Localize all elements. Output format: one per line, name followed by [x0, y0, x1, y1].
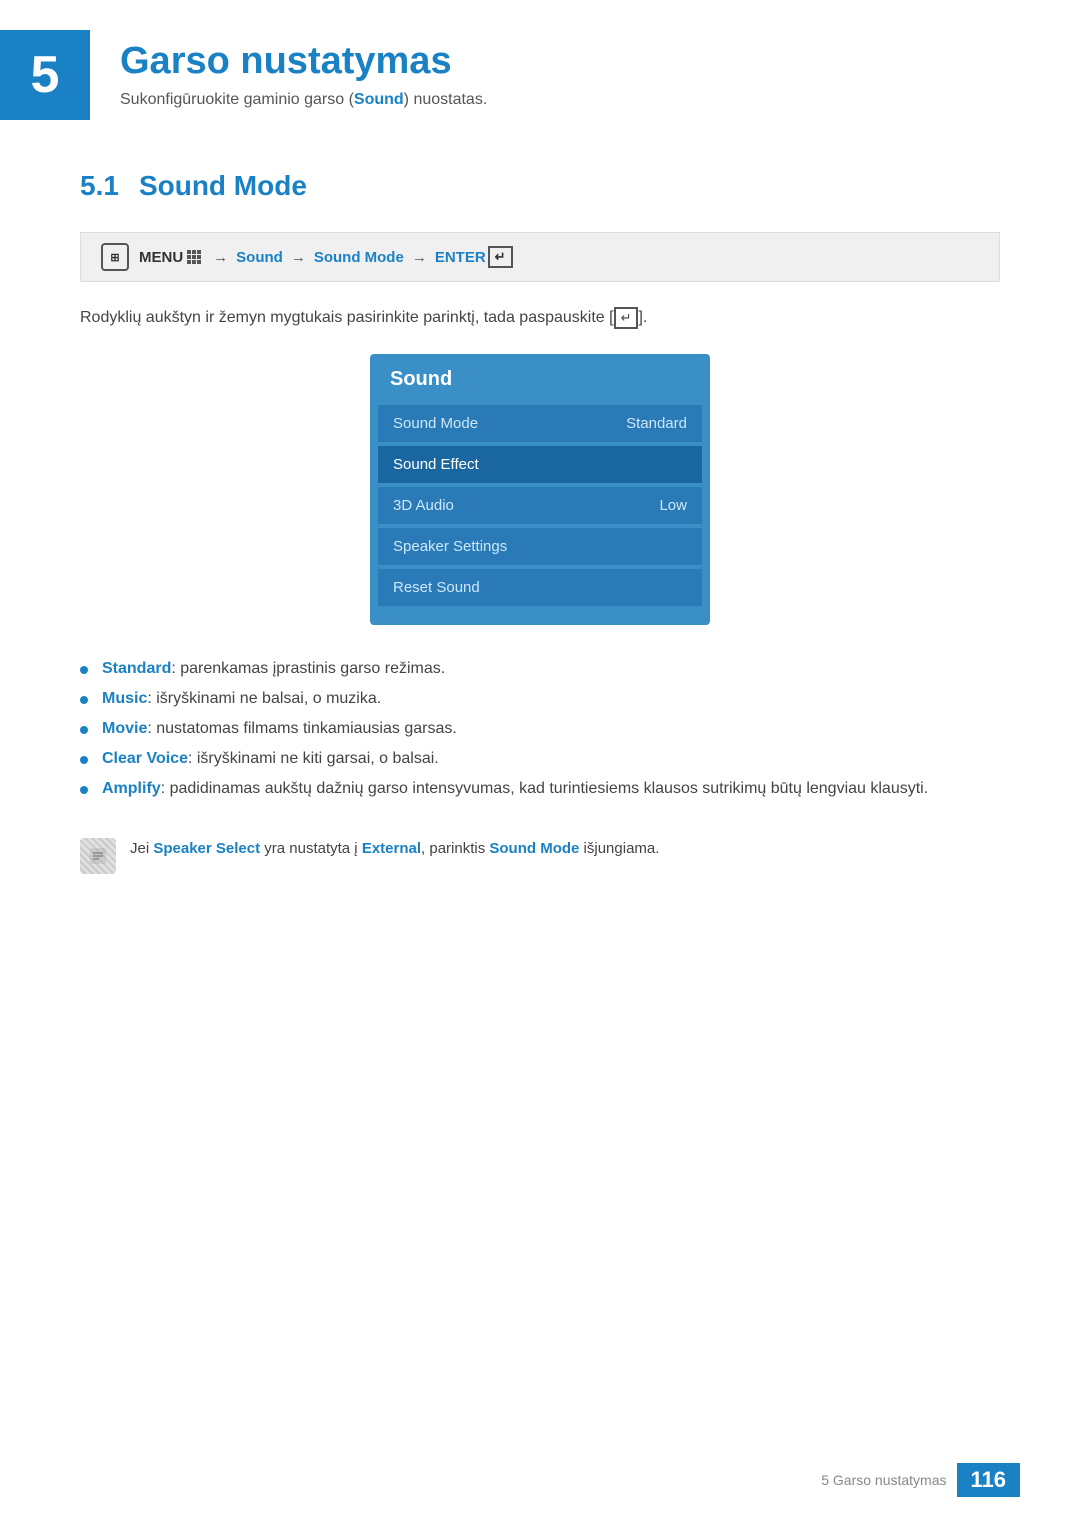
- bullet-list: Standard: parenkamas įprastinis garso re…: [80, 660, 1000, 798]
- reset-sound-label: Reset Sound: [393, 579, 480, 596]
- 3d-audio-value: Low: [659, 497, 687, 514]
- sound-panel-title: Sound: [370, 354, 710, 401]
- list-item: Amplify: padidinamas aukštų dažnių garso…: [80, 780, 1000, 798]
- menu-grid-icon: [187, 250, 201, 264]
- section-number: 5.1: [80, 170, 119, 202]
- bullet-dot: [80, 756, 88, 764]
- footer: 5 Garso nustatymas 116: [821, 1463, 1020, 1497]
- bullet-text-clear-voice: Clear Voice: išryškinami ne kiti garsai,…: [102, 750, 439, 768]
- nav-menu-label: MENU: [139, 249, 183, 266]
- enter-key-icon: ↵: [488, 246, 513, 268]
- list-item: Music: išryškinami ne balsai, o muzika.: [80, 690, 1000, 708]
- note-svg-icon: [88, 846, 108, 866]
- list-item: Movie: nustatomas filmams tinkamiausias …: [80, 720, 1000, 738]
- bracket-enter-icon: ↵: [614, 307, 639, 329]
- bullet-dot: [80, 726, 88, 734]
- bullet-text-movie: Movie: nustatomas filmams tinkamiausias …: [102, 720, 457, 738]
- chapter-header: 5 Garso nustatymas Sukonfigūruokite gami…: [0, 0, 1080, 140]
- chapter-number: 5: [31, 45, 60, 105]
- sound-mode-value: Standard: [626, 415, 687, 432]
- sound-menu-item-reset-sound[interactable]: Reset Sound: [378, 569, 702, 606]
- sound-panel: Sound Sound Mode Standard Sound Effect 3…: [370, 354, 710, 625]
- sound-menu-item-3d-audio[interactable]: 3D Audio Low: [378, 487, 702, 524]
- section-header: 5.1 Sound Mode: [80, 170, 1000, 202]
- subtitle-highlight: Sound: [354, 91, 404, 108]
- section-title: Sound Mode: [139, 170, 307, 202]
- menu-icon: ⊞: [101, 243, 129, 271]
- nav-arrow-1: →: [213, 249, 228, 266]
- nav-sound-mode-label: Sound Mode: [314, 249, 404, 266]
- nav-arrow-2: →: [291, 249, 306, 266]
- footer-page-number: 116: [957, 1463, 1021, 1497]
- nav-path: ⊞ MENU → Sound → Sound Mode → ENTER ↵: [80, 232, 1000, 282]
- sound-effect-label: Sound Effect: [393, 456, 479, 473]
- instruction-text: Rodyklių aukštyn ir žemyn mygtukais pasi…: [80, 307, 1000, 329]
- note-box: Jei Speaker Select yra nustatyta į Exter…: [80, 828, 1000, 884]
- bullet-dot: [80, 666, 88, 674]
- sound-panel-wrapper: Sound Sound Mode Standard Sound Effect 3…: [80, 354, 1000, 625]
- bullet-text-amplify: Amplify: padidinamas aukštų dažnių garso…: [102, 780, 928, 798]
- footer-chapter-label: 5 Garso nustatymas: [821, 1472, 946, 1488]
- chapter-title-block: Garso nustatymas Sukonfigūruokite gamini…: [120, 30, 487, 109]
- subtitle-prefix: Sukonfigūruokite gaminio garso (: [120, 91, 354, 108]
- subtitle-suffix: ) nuostatas.: [404, 91, 488, 108]
- list-item: Clear Voice: išryškinami ne kiti garsai,…: [80, 750, 1000, 768]
- instruction-prefix: Rodyklių aukštyn ir žemyn mygtukais pasi…: [80, 309, 614, 326]
- nav-enter-label: ENTER: [435, 249, 486, 266]
- bullet-text-music: Music: išryškinami ne balsai, o muzika.: [102, 690, 381, 708]
- note-text: Jei Speaker Select yra nustatyta į Exter…: [130, 838, 659, 861]
- chapter-number-block: 5: [0, 30, 90, 120]
- bullet-text-standard: Standard: parenkamas įprastinis garso re…: [102, 660, 445, 678]
- list-item: Standard: parenkamas įprastinis garso re…: [80, 660, 1000, 678]
- main-content: 5.1 Sound Mode ⊞ MENU → Sound → Sound Mo…: [0, 150, 1080, 944]
- nav-sound-label: Sound: [236, 249, 283, 266]
- chapter-title: Garso nustatymas: [120, 40, 487, 83]
- bullet-dot: [80, 786, 88, 794]
- bullet-dot: [80, 696, 88, 704]
- sound-menu-item-sound-mode[interactable]: Sound Mode Standard: [378, 405, 702, 442]
- sound-menu-item-speaker-settings[interactable]: Speaker Settings: [378, 528, 702, 565]
- speaker-settings-label: Speaker Settings: [393, 538, 507, 555]
- sound-mode-label: Sound Mode: [393, 415, 478, 432]
- sound-menu-item-sound-effect[interactable]: Sound Effect: [378, 446, 702, 483]
- note-icon: [80, 838, 116, 874]
- nav-arrow-3: →: [412, 249, 427, 266]
- 3d-audio-label: 3D Audio: [393, 497, 454, 514]
- chapter-subtitle: Sukonfigūruokite gaminio garso (Sound) n…: [120, 91, 487, 109]
